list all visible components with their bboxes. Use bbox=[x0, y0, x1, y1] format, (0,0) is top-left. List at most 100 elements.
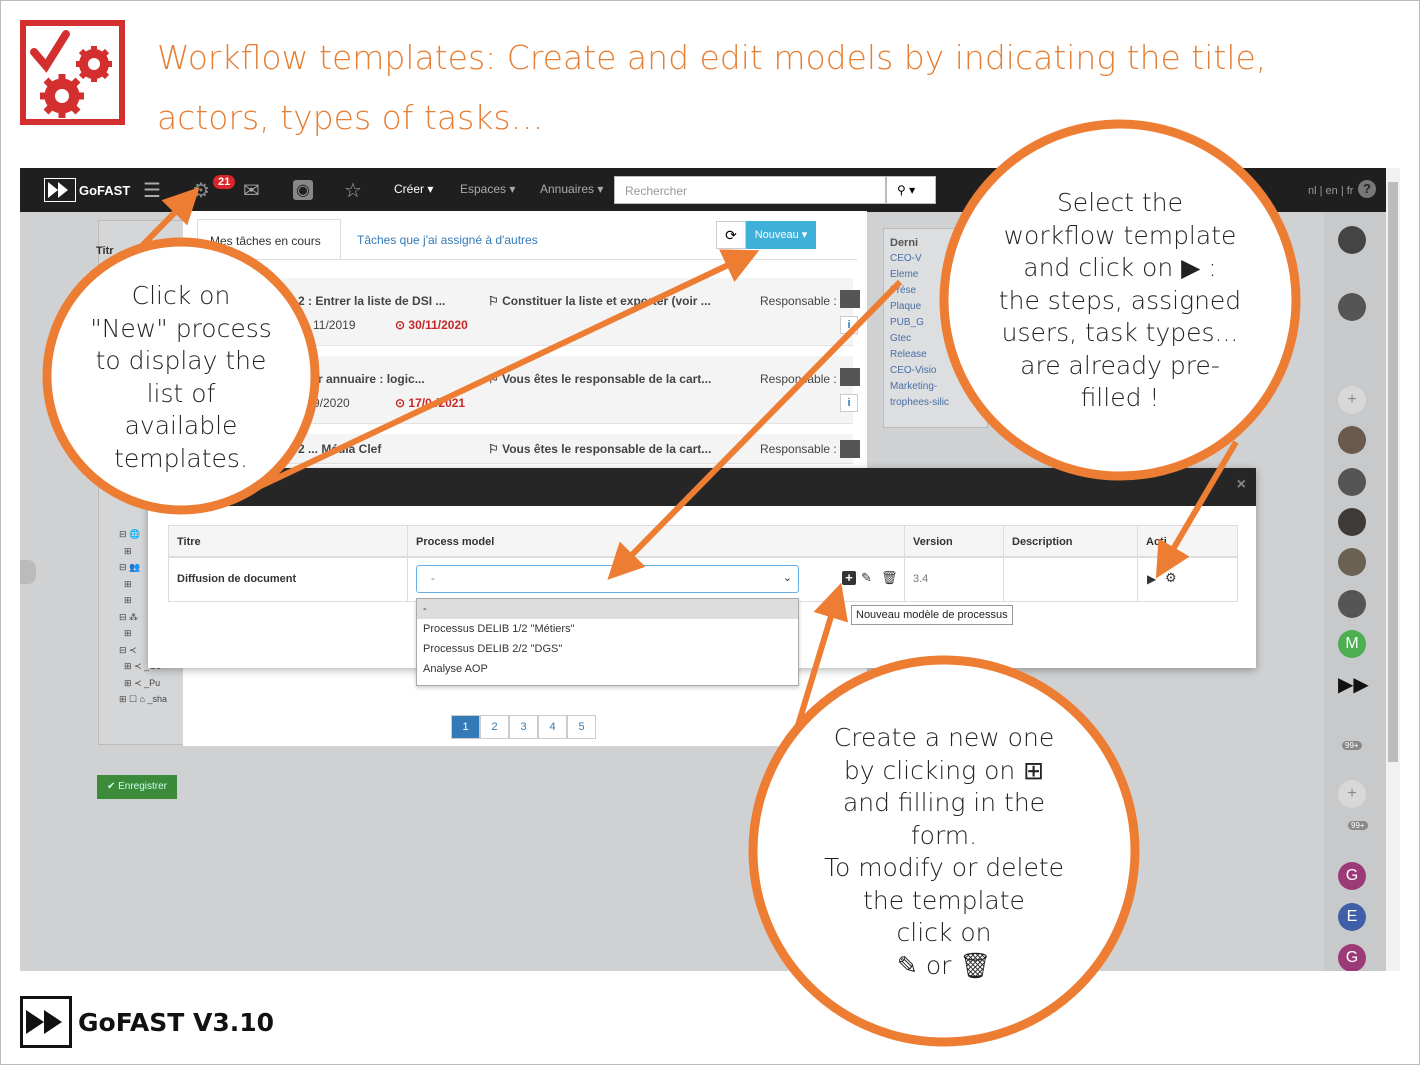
avatar bbox=[840, 368, 860, 386]
avatar[interactable] bbox=[1338, 468, 1366, 496]
edit-template-icon[interactable]: ✎ bbox=[861, 570, 872, 586]
callout-line: the template bbox=[863, 885, 1025, 915]
task-title: 2 : Entrer la liste de DSI ... bbox=[298, 294, 446, 308]
doc-item[interactable]: CEO-V bbox=[890, 251, 981, 267]
page-button[interactable]: 4 bbox=[538, 715, 567, 739]
avatar bbox=[840, 290, 860, 308]
avatar[interactable]: G bbox=[1338, 944, 1366, 971]
count-badge: 99+ bbox=[1342, 741, 1362, 750]
scrollbar-thumb[interactable] bbox=[1388, 182, 1398, 762]
gofast-logo-icon bbox=[20, 996, 72, 1048]
gears-icon[interactable]: ⚙ bbox=[1165, 570, 1177, 586]
gofast-brand[interactable]: GoFAST bbox=[44, 176, 130, 204]
callout-line: the steps, assigned bbox=[998, 285, 1242, 315]
callout-line: ✎ or 🗑 bbox=[896, 950, 992, 980]
tab-my-tasks[interactable]: Mes tâches en cours bbox=[197, 219, 341, 259]
nav-spaces[interactable]: Espaces ▾ bbox=[460, 182, 515, 196]
column-header-actions: Acti bbox=[1137, 525, 1238, 557]
page-button[interactable]: 3 bbox=[509, 715, 538, 739]
page-button[interactable]: 5 bbox=[567, 715, 596, 739]
callout-line: and filling in the bbox=[842, 788, 1046, 817]
save-button[interactable]: ✔ Enregistrer bbox=[97, 775, 177, 799]
doc-item[interactable]: Eleme bbox=[890, 267, 981, 283]
info-icon[interactable]: i bbox=[840, 394, 858, 412]
help-icon[interactable]: ? bbox=[1358, 180, 1376, 198]
doc-item[interactable]: Gtec bbox=[890, 331, 981, 347]
language-switcher[interactable]: nl | en | fr bbox=[1308, 185, 1353, 197]
add-contact-icon[interactable]: + bbox=[1338, 780, 1366, 808]
doc-item[interactable]: Marketing- bbox=[890, 379, 981, 395]
search-input[interactable]: Rechercher bbox=[614, 176, 886, 204]
star-icon[interactable]: ☆ bbox=[344, 178, 362, 203]
column-header-version: Version bbox=[904, 525, 1004, 557]
column-header-title: Titre bbox=[168, 525, 408, 557]
new-process-button[interactable]: Nouveau ▾ bbox=[746, 221, 816, 249]
doc-item[interactable]: trophees-silic bbox=[890, 395, 981, 411]
add-contact-icon[interactable]: + bbox=[1338, 386, 1366, 414]
doc-item[interactable]: CEO-Visio bbox=[890, 363, 981, 379]
play-icon[interactable]: ▶ bbox=[1147, 572, 1156, 586]
info-icon[interactable]: i bbox=[840, 316, 858, 334]
callout-line: are already pre- bbox=[1020, 350, 1220, 380]
avatar[interactable] bbox=[1338, 590, 1366, 618]
tab-assigned-tasks[interactable]: Tâches que j'ai assigné à d'autres bbox=[357, 233, 538, 247]
callout-line: click on bbox=[896, 918, 992, 947]
tasks-gear-icon[interactable]: ⚙ bbox=[192, 178, 210, 203]
task-row[interactable]: 2 : Entrer la liste de DSI ... ⚐ Constit… bbox=[283, 278, 860, 346]
avatar[interactable] bbox=[1338, 548, 1366, 576]
row-description bbox=[1003, 557, 1138, 602]
avatar[interactable]: M bbox=[1338, 630, 1366, 658]
avatar[interactable] bbox=[1338, 426, 1366, 454]
left-drawer-toggle[interactable] bbox=[20, 560, 36, 584]
callout-line: "New" process bbox=[90, 313, 272, 343]
checkmark-gears-icon bbox=[30, 30, 112, 118]
search-button[interactable]: ⚲ ▾ bbox=[886, 176, 936, 204]
task-role: Responsable : bbox=[760, 372, 837, 386]
delete-template-icon[interactable]: 🗑 bbox=[881, 570, 898, 586]
doc-item[interactable]: Prése bbox=[890, 283, 981, 299]
dropdown-option[interactable]: - bbox=[417, 599, 798, 619]
nav-directories[interactable]: Annuaires ▾ bbox=[540, 182, 603, 196]
refresh-button[interactable]: ⟳ bbox=[716, 221, 746, 249]
process-model-select[interactable]: - ⌄ bbox=[416, 565, 799, 593]
callout-line: Click on bbox=[131, 281, 231, 310]
process-model-dialog: × Titre Process model Version Descriptio… bbox=[148, 468, 1256, 686]
avatar[interactable] bbox=[1338, 293, 1366, 321]
close-icon[interactable]: × bbox=[1237, 476, 1246, 494]
nav-create[interactable]: Créer ▾ bbox=[394, 182, 433, 196]
tree-node[interactable]: ⊞ ≺ _Pu bbox=[119, 675, 167, 692]
callout-create-template: Create a new one by clicking on ⊞ and fi… bbox=[794, 722, 1094, 982]
avatar[interactable] bbox=[1338, 508, 1366, 536]
task-row[interactable]: 2 ... Média Clef ⚐ Vous êtes le responsa… bbox=[283, 434, 860, 464]
avatar[interactable]: E bbox=[1338, 903, 1366, 931]
workflow-logo bbox=[20, 20, 125, 125]
task-title: 2 ... Média Clef bbox=[298, 442, 382, 456]
doc-item[interactable]: Plaque bbox=[890, 299, 981, 315]
dropdown-option[interactable]: Processus DELIB 2/2 "DGS" bbox=[417, 639, 798, 659]
page-button[interactable]: 1 bbox=[451, 715, 480, 739]
task-start-date: 11/2019 bbox=[313, 318, 356, 332]
tree-label: _Pu bbox=[144, 677, 161, 688]
tab-divider bbox=[197, 259, 857, 260]
dropdown-option[interactable]: Analyse AOP bbox=[417, 659, 798, 679]
task-row[interactable]: yser annuaire : logic... ⚐ Vous êtes le … bbox=[283, 356, 860, 424]
avatar[interactable]: G bbox=[1338, 862, 1366, 890]
page-button[interactable]: 2 bbox=[480, 715, 509, 739]
callout-line: by clicking on ⊞ bbox=[843, 755, 1045, 785]
callout-line: filled ! bbox=[1080, 383, 1160, 412]
row-version: 3.4 bbox=[904, 557, 1004, 602]
select-value: - bbox=[431, 573, 435, 585]
avatar[interactable] bbox=[1338, 226, 1366, 254]
row-title: Diffusion de document bbox=[168, 557, 408, 602]
doc-item[interactable]: PUB_G bbox=[890, 315, 981, 331]
add-template-icon[interactable]: + bbox=[842, 571, 856, 585]
gofast-contact-icon[interactable]: ▶▶ bbox=[1338, 671, 1369, 699]
task-due-date: ⊙ 17/0 /2021 bbox=[395, 396, 466, 410]
tasks-count-badge: 21 bbox=[213, 175, 236, 189]
tree-node[interactable]: ⊞ ☐ ⌂ _sha bbox=[119, 691, 167, 708]
rss-icon[interactable]: ◉ bbox=[293, 180, 313, 200]
dropdown-option[interactable]: Processus DELIB 1/2 "Métiers" bbox=[417, 619, 798, 639]
doc-item[interactable]: Release bbox=[890, 347, 981, 363]
hamburger-menu-icon[interactable]: ☰ bbox=[143, 178, 161, 203]
mail-icon[interactable]: ✉ bbox=[243, 178, 260, 203]
